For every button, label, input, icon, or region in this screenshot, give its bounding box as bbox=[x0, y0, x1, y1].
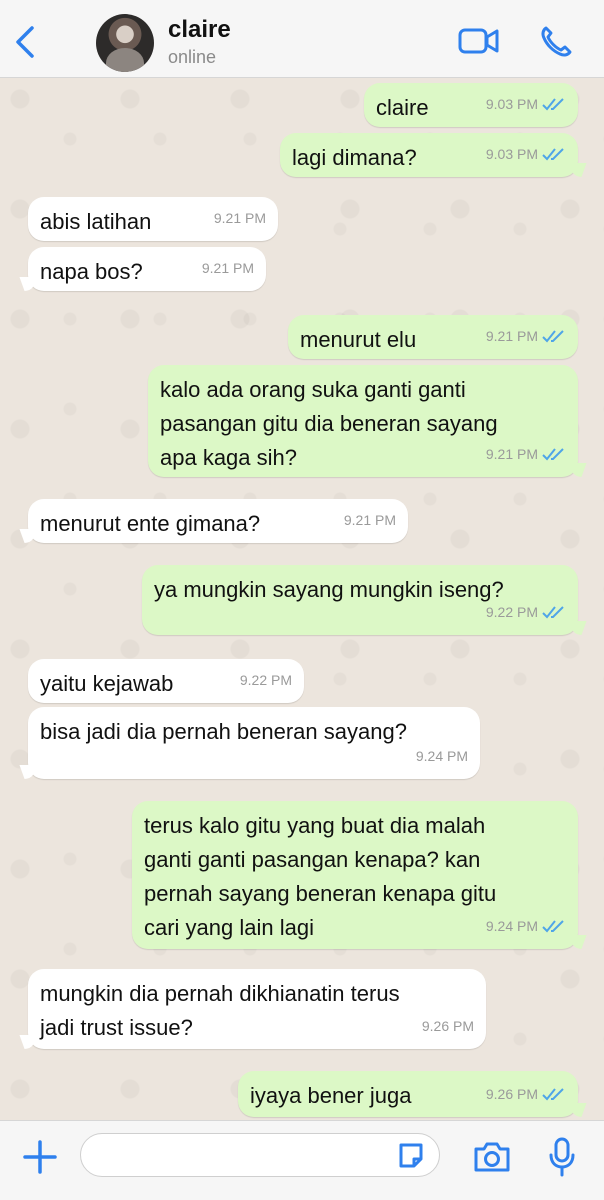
plus-icon[interactable] bbox=[22, 1139, 58, 1175]
double-check-icon bbox=[542, 98, 564, 111]
message-bubble[interactable]: napa bos? 9.21 PM bbox=[28, 247, 266, 291]
message-time: 9.22 PM bbox=[239, 672, 292, 688]
message-time: 9.21 PM bbox=[201, 260, 254, 276]
phone-icon[interactable] bbox=[538, 24, 574, 60]
message-bubble[interactable]: ya mungkin sayang mungkin iseng? 9.22 PM bbox=[142, 565, 578, 635]
message-text: terus kalo gitu yang buat dia malah bbox=[144, 813, 486, 838]
message-bubble[interactable]: kalo ada orang suka ganti ganti pasangan… bbox=[148, 365, 578, 477]
message-bubble[interactable]: menurut ente gimana? 9.21 PM bbox=[28, 499, 408, 543]
message-bubble[interactable]: lagi dimana? 9.03 PM bbox=[280, 133, 578, 177]
message-text: pernah sayang beneran kenapa gitu bbox=[144, 881, 497, 906]
message-time: 9.03 PM bbox=[485, 96, 538, 112]
message-meta: 9.03 PM bbox=[486, 137, 566, 171]
camera-icon[interactable] bbox=[472, 1139, 512, 1175]
double-check-icon bbox=[542, 1088, 564, 1101]
message-bubble[interactable]: bisa jadi dia pernah beneran sayang? 9.2… bbox=[28, 707, 480, 779]
message-meta: 9.22 PM bbox=[486, 595, 566, 629]
message-text: mungkin dia pernah dikhianatin terus bbox=[40, 981, 400, 1006]
message-bubble[interactable]: terus kalo gitu yang buat dia malah gant… bbox=[132, 801, 578, 949]
message-time: 9.24 PM bbox=[485, 918, 538, 934]
sticker-icon[interactable] bbox=[396, 1141, 426, 1171]
message-input[interactable] bbox=[80, 1133, 440, 1177]
message-bubble[interactable]: menurut elu 9.21 PM bbox=[288, 315, 578, 359]
message-bubble[interactable]: abis latihan 9.21 PM bbox=[28, 197, 278, 241]
message-meta: 9.21 PM bbox=[486, 319, 566, 353]
double-check-icon bbox=[542, 148, 564, 161]
double-check-icon bbox=[542, 606, 564, 619]
message-text: bisa jadi dia pernah beneran sayang? bbox=[40, 719, 407, 744]
video-call-icon[interactable] bbox=[458, 26, 500, 56]
message-meta: 9.26 PM bbox=[486, 1077, 566, 1111]
message-text: pasangan gitu dia beneran sayang bbox=[160, 411, 498, 436]
message-time: 9.21 PM bbox=[485, 328, 538, 344]
double-check-icon bbox=[542, 330, 564, 343]
message-bubble[interactable]: iyaya bener juga 9.26 PM bbox=[238, 1071, 578, 1117]
message-meta: 9.26 PM bbox=[422, 1009, 474, 1043]
microphone-icon[interactable] bbox=[548, 1137, 576, 1177]
contact-name[interactable]: claire bbox=[168, 16, 231, 44]
chat-header: claire online bbox=[0, 0, 604, 78]
composer-bar bbox=[0, 1120, 604, 1200]
message-text: ganti ganti pasangan kenapa? kan bbox=[144, 847, 481, 872]
contact-status: online bbox=[168, 47, 217, 67]
message-time: 9.21 PM bbox=[213, 210, 266, 226]
message-text: menurut ente gimana? bbox=[40, 511, 261, 536]
message-bubble[interactable]: yaitu kejawab 9.22 PM bbox=[28, 659, 304, 703]
message-bubble[interactable]: claire 9.03 PM bbox=[364, 83, 578, 127]
avatar[interactable] bbox=[96, 14, 154, 72]
message-time: 9.26 PM bbox=[485, 1086, 538, 1102]
message-meta: 9.22 PM bbox=[240, 663, 292, 697]
message-meta: 9.21 PM bbox=[486, 437, 566, 471]
message-list[interactable]: claire 9.03 PM lagi dimana? 9.03 PM abis… bbox=[0, 79, 604, 1120]
double-check-icon bbox=[542, 920, 564, 933]
message-time: 9.24 PM bbox=[415, 748, 468, 764]
message-time: 9.21 PM bbox=[343, 512, 396, 528]
message-meta: 9.21 PM bbox=[202, 251, 254, 285]
message-bubble[interactable]: mungkin dia pernah dikhianatin terus jad… bbox=[28, 969, 486, 1049]
message-meta: 9.24 PM bbox=[416, 739, 468, 773]
message-meta: 9.24 PM bbox=[486, 909, 566, 943]
double-check-icon bbox=[542, 448, 564, 461]
chevron-left-icon[interactable] bbox=[12, 24, 40, 60]
message-text: jadi trust issue? bbox=[40, 1015, 193, 1040]
message-text: kalo ada orang suka ganti ganti bbox=[160, 377, 466, 402]
message-time: 9.22 PM bbox=[485, 604, 538, 620]
message-meta: 9.03 PM bbox=[486, 87, 566, 121]
message-time: 9.21 PM bbox=[485, 446, 538, 462]
message-time: 9.03 PM bbox=[485, 146, 538, 162]
message-time: 9.26 PM bbox=[421, 1018, 474, 1034]
message-meta: 9.21 PM bbox=[344, 503, 396, 537]
message-meta: 9.21 PM bbox=[214, 201, 266, 235]
